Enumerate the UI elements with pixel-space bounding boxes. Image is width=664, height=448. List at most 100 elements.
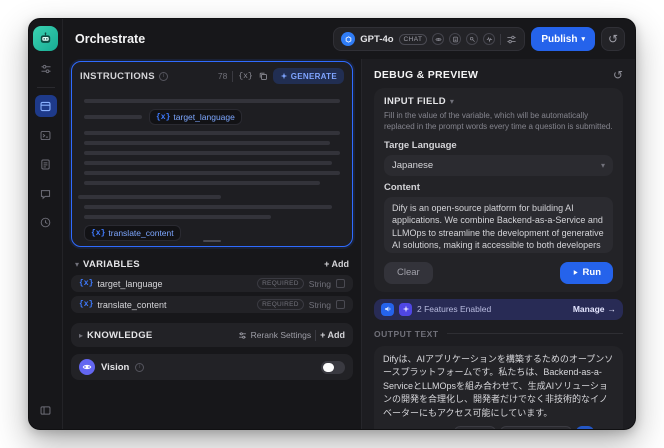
- chevron-down-icon: ▾: [75, 259, 80, 269]
- skeleton-line: [84, 141, 330, 145]
- add-variable-button[interactable]: + Add: [324, 259, 349, 269]
- variable-prefix: {x}: [79, 300, 94, 309]
- nav-orchestrate-icon[interactable]: [34, 95, 57, 117]
- vision-toggle[interactable]: [321, 360, 345, 374]
- add-knowledge-button[interactable]: + Add: [320, 330, 345, 340]
- vision-feature-row: Vision i: [71, 354, 353, 380]
- skeleton-line: [84, 181, 320, 185]
- variable-chip-target-language[interactable]: {x} target_language: [149, 109, 242, 125]
- editor-resize-handle[interactable]: [203, 240, 221, 242]
- variables-section-header[interactable]: ▾ VARIABLES + Add: [71, 253, 353, 275]
- chevron-down-icon: ▾: [449, 97, 454, 106]
- features-enabled-text: 2 Features Enabled: [417, 304, 492, 315]
- run-button[interactable]: Run: [559, 261, 613, 284]
- variable-row-target-language[interactable]: {x} target_language REQUIRED String: [71, 275, 353, 292]
- char-count: 78: [217, 71, 228, 81]
- variable-name: target_language: [97, 278, 163, 289]
- info-icon: i: [135, 362, 145, 372]
- input-field-description: Fill in the value of the variable, which…: [384, 111, 613, 131]
- variable-row-translate-content[interactable]: {x} translate_content REQUIRED String: [71, 296, 353, 313]
- skeleton-line: [84, 161, 333, 165]
- openai-logo-icon: [341, 32, 356, 46]
- skeleton-line: [78, 195, 222, 199]
- rerank-label: Rerank Settings: [250, 330, 312, 340]
- chip-divider: [500, 33, 502, 45]
- output-text-title: OUTPUT TEXT: [374, 328, 439, 339]
- skeleton-line: [84, 151, 340, 155]
- more-like-this-button[interactable]: More like this: [499, 426, 572, 429]
- rail-divider: [36, 87, 55, 88]
- logs-button[interactable]: Logs: [453, 426, 496, 429]
- input-field-title: INPUT FIELD: [384, 96, 446, 107]
- variable-type-icon: [336, 300, 345, 309]
- knowledge-section-header[interactable]: ▸ KNOWLEDGE Rerank Settings + Add: [71, 323, 353, 347]
- vision-label: Vision: [101, 361, 130, 373]
- divider: [315, 329, 317, 341]
- nav-rail: [29, 19, 63, 429]
- arrow-right-icon: →: [607, 304, 617, 315]
- variable-prefix: {x}: [156, 112, 171, 122]
- page-title: Orchestrate: [75, 32, 146, 46]
- variable-chip-translate-content[interactable]: {x} translate_content: [84, 225, 181, 241]
- rerank-settings-button[interactable]: Rerank Settings: [238, 330, 311, 340]
- skeleton-line: [84, 171, 340, 175]
- feature-speech-icon: [381, 302, 394, 316]
- generate-label: GENERATE: [290, 71, 337, 81]
- output-text: Difyは、AIアプリケーションを構築するためのオープンソースプラットフォームで…: [383, 353, 614, 418]
- content-textarea[interactable]: Dify is an open-source platform for buil…: [384, 196, 613, 253]
- nav-annotation-icon[interactable]: [35, 182, 57, 204]
- input-field-header[interactable]: INPUT FIELD ▾: [384, 96, 613, 107]
- content-label: Content: [384, 181, 420, 193]
- app-window: Orchestrate GPT-4o CHAT Publish ▾ ↺ INST…: [28, 18, 636, 430]
- copy-prompt-icon[interactable]: [258, 71, 268, 81]
- refresh-icon[interactable]: ↺: [613, 69, 623, 81]
- variable-name: translate_content: [108, 228, 174, 238]
- prompt-skeleton: {x} target_language {x} translate_conten…: [72, 88, 352, 246]
- model-params-icon[interactable]: [506, 34, 517, 45]
- history-icon: ↺: [607, 32, 619, 46]
- model-tune-icon[interactable]: [35, 58, 57, 80]
- instructions-editor[interactable]: INSTRUCTIONS i 78 {x} GENERATE {x} targe…: [71, 61, 353, 247]
- publish-button[interactable]: Publish ▾: [531, 27, 595, 51]
- variable-type: String: [308, 299, 331, 310]
- skeleton-line: [84, 131, 340, 135]
- history-button[interactable]: ↺: [601, 27, 625, 51]
- variable-prefix: {x}: [91, 228, 106, 238]
- vision-eye-icon: [79, 359, 95, 375]
- run-label: Run: [582, 267, 601, 279]
- publish-label: Publish: [541, 33, 578, 45]
- target-language-select[interactable]: Japanese ▾: [384, 154, 613, 176]
- manage-features-link[interactable]: Manage →: [573, 304, 616, 314]
- text-to-speech-button[interactable]: [576, 426, 594, 429]
- skeleton-line: [84, 99, 340, 103]
- topbar: Orchestrate GPT-4o CHAT Publish ▾ ↺: [63, 19, 635, 59]
- collapse-panel-icon[interactable]: [35, 399, 57, 421]
- info-icon: i: [158, 71, 168, 81]
- required-badge: REQUIRED: [257, 278, 304, 289]
- insert-variable-icon[interactable]: {x}: [238, 72, 252, 81]
- knowledge-title: KNOWLEDGE: [87, 329, 153, 341]
- features-enabled-banner[interactable]: 2 Features Enabled Manage →: [374, 298, 623, 320]
- variable-type-icon: [336, 279, 345, 288]
- output-divider-line: [446, 333, 623, 335]
- debug-pane: DEBUG & PREVIEW ↺ INPUT FIELD ▾ Fill in …: [361, 59, 635, 429]
- capability-tool-icon: [466, 33, 479, 45]
- prompt-pane: INSTRUCTIONS i 78 {x} GENERATE {x} targe…: [63, 59, 361, 429]
- variable-name: translate_content: [97, 299, 167, 310]
- nav-monitoring-icon[interactable]: [35, 211, 57, 233]
- toolbar-divider: [232, 70, 234, 82]
- capability-audio-icon: [483, 33, 496, 45]
- model-mode-badge: CHAT: [398, 33, 428, 45]
- clear-button[interactable]: Clear: [384, 261, 433, 284]
- variable-prefix: {x}: [79, 279, 94, 288]
- debug-preview-title: DEBUG & PREVIEW: [374, 69, 479, 81]
- chevron-right-icon: ▸: [79, 330, 84, 340]
- app-logo-robot-icon[interactable]: [33, 26, 58, 51]
- nav-logs-icon[interactable]: [35, 153, 57, 175]
- generate-button[interactable]: GENERATE: [272, 68, 344, 84]
- model-selector[interactable]: GPT-4o CHAT: [333, 27, 526, 51]
- model-name: GPT-4o: [360, 33, 394, 45]
- input-field-card: INPUT FIELD ▾ Fill in the value of the v…: [374, 88, 623, 292]
- nav-api-terminal-icon[interactable]: [35, 124, 57, 146]
- copy-output-button[interactable]: [598, 427, 614, 429]
